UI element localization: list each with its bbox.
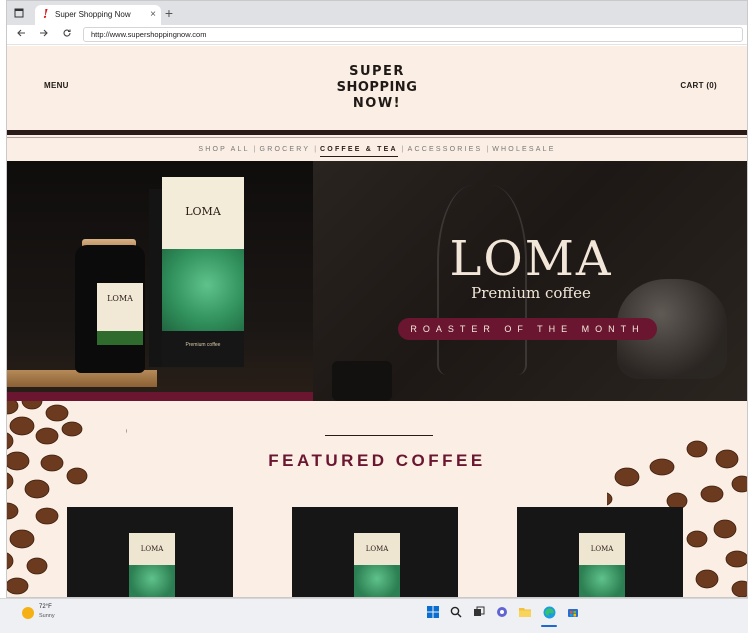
nav-separator: | (314, 146, 317, 153)
cup-image (332, 361, 392, 401)
back-icon[interactable] (13, 27, 29, 43)
weather-condition[interactable]: Sunny (39, 613, 55, 619)
site-logo[interactable]: SUPER SHOPPING NOW! (325, 62, 429, 112)
nav-separator: | (253, 146, 256, 153)
browser-window: ! Super Shopping Now × + http://www.supe… (6, 0, 748, 598)
tab-title: Super Shopping Now (55, 10, 131, 19)
nav-separator: | (486, 146, 489, 153)
search-icon[interactable] (449, 605, 463, 619)
browser-tab[interactable]: ! Super Shopping Now × (35, 5, 161, 25)
url-text: http://www.supershoppingnow.com (91, 30, 207, 39)
new-tab-button[interactable]: + (161, 5, 177, 21)
product-brand: LOMA (365, 545, 389, 553)
category-link-shop-all[interactable]: SHOP ALL (198, 140, 249, 160)
jar-brand-text: LOMA (107, 294, 133, 303)
category-link-grocery[interactable]: GROCERY (260, 140, 311, 160)
weather-temperature[interactable]: 72°F (39, 604, 52, 610)
bag-brand-text: LOMA (185, 205, 221, 218)
coffee-bag-illustration (162, 249, 244, 339)
sun-icon[interactable] (22, 607, 34, 619)
category-nav: SHOP ALL | GROCERY | COFFEE & TEA | ACCESSORIE… (7, 140, 747, 160)
tab-strip: ! Super Shopping Now × + (7, 1, 747, 25)
jar-label-band (97, 331, 143, 345)
edge-browser-icon[interactable] (542, 605, 556, 619)
task-view-icon[interactable] (472, 605, 486, 619)
accent-stripe (7, 392, 313, 401)
featured-section: FEATURED COFFEE LOMA LOMA LOMA (7, 401, 747, 597)
product-bag-illustration (129, 565, 175, 597)
nav-separator: | (401, 146, 404, 153)
hero-banner[interactable]: LOMA LOMA Premium coffee LOMA Premium co… (7, 161, 747, 401)
logo-text: SHOPPING (337, 80, 418, 95)
product-brand: LOMA (140, 545, 164, 553)
roaster-of-month-badge[interactable]: ROASTER OF THE MONTH (398, 318, 657, 340)
product-bag-illustration (354, 565, 400, 597)
url-input[interactable]: http://www.supershoppingnow.com (83, 27, 743, 42)
header-divider (7, 130, 747, 135)
file-explorer-icon[interactable] (518, 605, 532, 619)
cart-button[interactable]: CART (0) (680, 81, 717, 90)
windows-start-icon[interactable] (426, 605, 440, 619)
taskbar: 72°F Sunny (0, 598, 748, 633)
forward-icon[interactable] (36, 27, 52, 43)
store-icon[interactable] (566, 605, 580, 619)
favicon-icon: ! (43, 7, 49, 21)
category-link-coffee-tea[interactable]: COFFEE & TEA (320, 143, 398, 157)
featured-divider (325, 435, 433, 436)
header-divider-thin (7, 137, 747, 138)
category-link-wholesale[interactable]: WHOLESALE (492, 140, 555, 160)
bag-subtitle-text: Premium coffee (185, 342, 221, 348)
hero-brand-title: LOMA (449, 231, 613, 287)
tab-actions-icon[interactable] (13, 7, 25, 19)
product-bag-illustration (579, 565, 625, 597)
featured-title: FEATURED COFFEE (268, 451, 486, 470)
address-bar: http://www.supershoppingnow.com (7, 25, 747, 45)
coffee-bag-base (162, 331, 244, 367)
chat-icon[interactable] (495, 605, 509, 619)
refresh-icon[interactable] (59, 27, 75, 43)
category-link-accessories[interactable]: ACCESSORIES (408, 140, 483, 160)
active-app-indicator (541, 625, 557, 627)
product-brand: LOMA (590, 545, 614, 553)
site-header: MENU SUPER SHOPPING NOW! CART (0) (7, 46, 747, 130)
web-page: MENU SUPER SHOPPING NOW! CART (0) SHOP A… (7, 46, 747, 597)
product-card[interactable]: LOMA (67, 507, 233, 597)
tab-close-icon[interactable]: × (150, 9, 156, 20)
menu-button[interactable]: MENU (44, 81, 69, 90)
product-card[interactable]: LOMA (517, 507, 683, 597)
logo-text: SUPER (349, 64, 405, 79)
logo-text: NOW! (353, 96, 401, 111)
hero-subtitle: Premium coffee (471, 284, 591, 302)
coffee-bag-side (149, 189, 163, 367)
product-card[interactable]: LOMA (292, 507, 458, 597)
